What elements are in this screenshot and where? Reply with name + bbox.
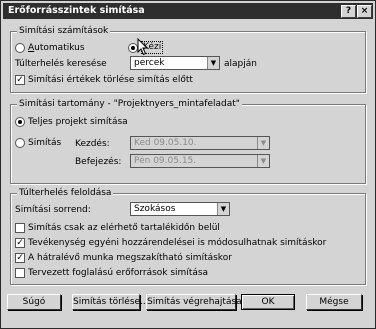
whole-project-radio-dot — [18, 120, 22, 124]
proposed-resources-label: Tervezett foglalású erőforrások simítása — [28, 268, 209, 278]
help-button[interactable]: Súgó — [7, 294, 61, 310]
clear-before-leveling-checkbox[interactable]: ✓ — [15, 75, 25, 85]
proposed-resources-checkbox[interactable] — [15, 268, 25, 278]
manual-radio-dot — [131, 46, 135, 50]
clear-leveling-button[interactable]: Simítás törlése... — [72, 294, 149, 310]
cancel-button[interactable]: Mégse — [306, 294, 362, 310]
overload-basis-value: percek — [134, 58, 165, 68]
resource-leveling-dialog: Erőforrásszintek simítása ? × Simítási s… — [0, 0, 376, 329]
resolve-overloads-legend: Túlterhelés feloldása — [17, 187, 114, 199]
chevron-down-icon[interactable]: ▼ — [257, 155, 269, 167]
end-date-label: Befejezés: — [75, 157, 122, 167]
leveling-range-legend: Simítási tartomány - "Projektnyers_minta… — [17, 98, 242, 110]
automatic-label: Automatikus — [28, 43, 85, 53]
leveling-range-group: Simítási tartomány - "Projektnyers_minta… — [10, 98, 366, 184]
start-date-value: Ked 09.05.10. — [134, 138, 197, 148]
overload-basis-select[interactable]: percek ▼ — [130, 56, 220, 70]
chevron-down-icon[interactable]: ▼ — [257, 137, 269, 149]
partial-range-label: Simítás — [28, 138, 62, 148]
adjust-assignments-label: Tevékenység egyéni hozzárendelései is mó… — [28, 238, 327, 248]
chevron-down-icon[interactable]: ▼ — [207, 57, 219, 69]
partial-range-radio[interactable] — [15, 138, 25, 148]
ok-button[interactable]: OK — [241, 294, 295, 310]
leveling-calculations-group: Simítási számítások Automatikus Kézi Túl… — [10, 25, 366, 93]
within-slack-label: Simítás csak az elérhető tartalékidőn be… — [28, 223, 220, 233]
whole-project-radio[interactable] — [15, 117, 25, 127]
chevron-down-icon[interactable]: ▼ — [217, 203, 229, 215]
resolve-overloads-group: Túlterhelés feloldása Simítási sorrend: … — [10, 187, 366, 285]
level-now-button[interactable]: Simítás végrehajtása — [146, 294, 242, 310]
start-date-select[interactable]: Ked 09.05.10. ▼ — [130, 136, 270, 150]
end-date-select[interactable]: Pén 09.05.15. ▼ — [130, 154, 270, 168]
overload-suffix-label: alapján — [224, 59, 257, 69]
close-button[interactable]: × — [357, 5, 372, 18]
whole-project-label: Teljes projekt simítása — [28, 117, 128, 127]
mouse-pointer-icon — [137, 38, 149, 56]
start-date-label: Kezdés: — [75, 139, 110, 149]
dialog-title: Erőforrásszintek simítása — [8, 5, 145, 16]
adjust-assignments-checkbox[interactable]: ✓ — [15, 238, 25, 248]
overload-search-label: Túlterhelés keresése — [15, 59, 107, 69]
clear-before-leveling-label: Simítási értékek törlése simítás előtt — [28, 75, 193, 85]
leveling-order-label: Simítási sorrend: — [15, 205, 91, 215]
end-date-value: Pén 09.05.15. — [134, 156, 197, 166]
within-slack-checkbox[interactable] — [15, 223, 25, 233]
automatic-radio[interactable] — [15, 43, 25, 53]
leveling-calculations-legend: Simítási számítások — [17, 25, 111, 37]
split-remaining-checkbox[interactable]: ✓ — [15, 253, 25, 263]
help-title-button[interactable]: ? — [341, 5, 356, 18]
split-remaining-label: A hátralévő munka megszakítható simításk… — [28, 253, 232, 263]
leveling-order-select[interactable]: Szokásos ▼ — [130, 202, 230, 216]
title-bar: Erőforrásszintek simítása ? × — [3, 3, 373, 19]
leveling-order-value: Szokásos — [134, 204, 176, 214]
